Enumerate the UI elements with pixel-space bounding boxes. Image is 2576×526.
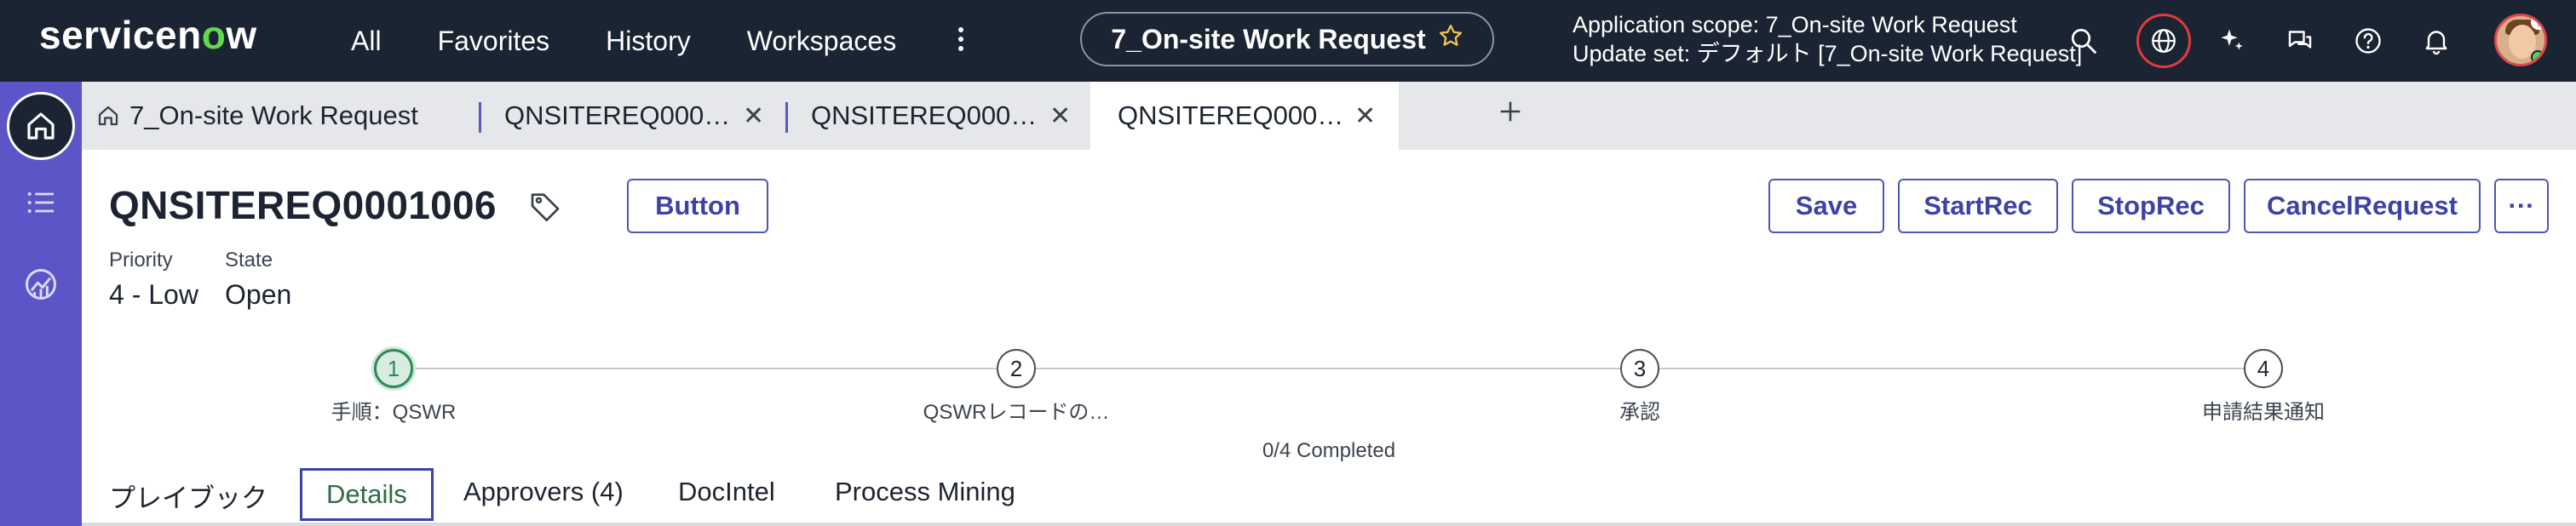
step-2-label: QSWRレコードの… <box>923 401 1110 424</box>
context-title-pill[interactable]: 7_On-site Work Request <box>1080 12 1494 66</box>
logo-text-start: servicen <box>39 13 202 57</box>
form-tab-playbook[interactable]: プレイブック <box>109 477 267 515</box>
form-tab-approvers[interactable]: Approvers (4) <box>463 477 624 507</box>
notifications-bell-icon[interactable] <box>2416 20 2457 61</box>
application-scope: Application scope: 7_On-site Work Reques… <box>1573 12 2017 37</box>
home-icon <box>98 106 118 126</box>
avatar-notice-icon: ↑ <box>2531 16 2544 30</box>
update-set: Update set: デフォルト [7_On-site Work Reques… <box>1573 41 2083 66</box>
nav-workspaces[interactable]: Workspaces <box>747 26 896 57</box>
analytics-icon <box>26 269 56 300</box>
form-tab-docintel[interactable]: DocIntel <box>678 477 775 507</box>
step-3-marker[interactable]: 3 <box>1620 349 1659 388</box>
tab-separator <box>785 102 788 133</box>
step-4-label: 申請結果通知 <box>2202 401 2325 424</box>
sparkle-icon[interactable] <box>2211 20 2252 61</box>
user-avatar[interactable]: ↑ <box>2494 14 2547 66</box>
form-tab-details[interactable]: Details <box>300 468 434 521</box>
nav-more-icon[interactable] <box>952 26 969 56</box>
state-label: State <box>225 249 273 272</box>
nav-history[interactable]: History <box>606 26 691 57</box>
top-header: servicenow All Favorites History Workspa… <box>0 0 2576 82</box>
tab-label: QNSITEREQ000… <box>504 100 731 130</box>
help-icon[interactable] <box>2348 20 2389 61</box>
form-tab-process-mining[interactable]: Process Mining <box>835 477 1015 507</box>
step-2-marker[interactable]: 2 <box>997 349 1036 388</box>
close-icon[interactable]: ✕ <box>1354 101 1376 131</box>
tab-separator <box>479 102 481 133</box>
globe-icon <box>2152 29 2176 53</box>
left-rail <box>0 82 82 526</box>
chat-icon[interactable] <box>2280 20 2320 61</box>
step-1-label: 手順：QSWR <box>331 401 457 424</box>
home-icon <box>27 112 55 140</box>
nav-all[interactable]: All <box>351 26 382 57</box>
servicenow-logo[interactable]: servicenow <box>39 12 257 58</box>
tab-label: 7_On-site Work Request <box>129 100 418 130</box>
tab-record-1[interactable]: QNSITEREQ000… ✕ <box>504 82 785 150</box>
add-tab-icon[interactable] <box>1496 97 1525 132</box>
rail-home-button[interactable] <box>7 92 75 160</box>
step-3-label: 承認 <box>1619 401 1660 424</box>
list-icon <box>27 192 54 213</box>
logo-text-end: w <box>226 13 257 57</box>
priority-label: Priority <box>109 249 173 272</box>
record-number: QNSITEREQ0001006 <box>109 183 497 227</box>
step-1-marker[interactable]: 1 <box>374 349 413 388</box>
main-nav: All Favorites History Workspaces <box>351 0 969 82</box>
tab-record-3-active[interactable]: QNSITEREQ000… ✕ <box>1090 82 1399 150</box>
context-title: 7_On-site Work Request <box>1111 23 1426 54</box>
state-value: Open <box>225 279 292 310</box>
stop-rec-button[interactable]: StopRec <box>2072 179 2230 233</box>
logo-text-o: o <box>201 13 227 57</box>
cancel-request-button[interactable]: CancelRequest <box>2244 179 2481 233</box>
close-icon[interactable]: ✕ <box>1049 101 1071 131</box>
stepper-track <box>394 368 2264 369</box>
stepper-summary: 0/4 Completed <box>1262 439 1396 462</box>
start-rec-button[interactable]: StartRec <box>1898 179 2058 233</box>
tab-label: QNSITEREQ000… <box>811 100 1038 130</box>
language-globe-button[interactable] <box>2136 14 2191 68</box>
tab-label: QNSITEREQ000… <box>1118 100 1344 130</box>
app-scope-info[interactable]: Application scope: 7_On-site Work Reques… <box>1573 10 2082 68</box>
tag-icon[interactable] <box>528 189 562 223</box>
nav-favorites[interactable]: Favorites <box>438 26 550 57</box>
priority-value: 4 - Low <box>109 279 198 310</box>
close-icon[interactable]: ✕ <box>743 101 764 131</box>
save-button[interactable]: Save <box>1768 179 1884 233</box>
tab-record-2[interactable]: QNSITEREQ000… ✕ <box>811 82 1092 150</box>
online-status-dot <box>2531 50 2544 64</box>
workspace-tab-strip: 7_On-site Work Request QNSITEREQ000… ✕ Q… <box>82 82 2576 150</box>
custom-button[interactable]: Button <box>627 179 768 233</box>
search-icon[interactable] <box>2063 20 2104 61</box>
form-tabs-divider <box>82 523 2576 526</box>
more-actions-button[interactable]: ··· <box>2494 179 2549 233</box>
tab-home[interactable]: 7_On-site Work Request <box>95 82 555 150</box>
step-4-marker[interactable]: 4 <box>2244 349 2283 388</box>
rail-list-button[interactable] <box>19 180 63 225</box>
star-icon[interactable] <box>1438 23 1463 55</box>
rail-analytics-button[interactable] <box>19 262 63 306</box>
